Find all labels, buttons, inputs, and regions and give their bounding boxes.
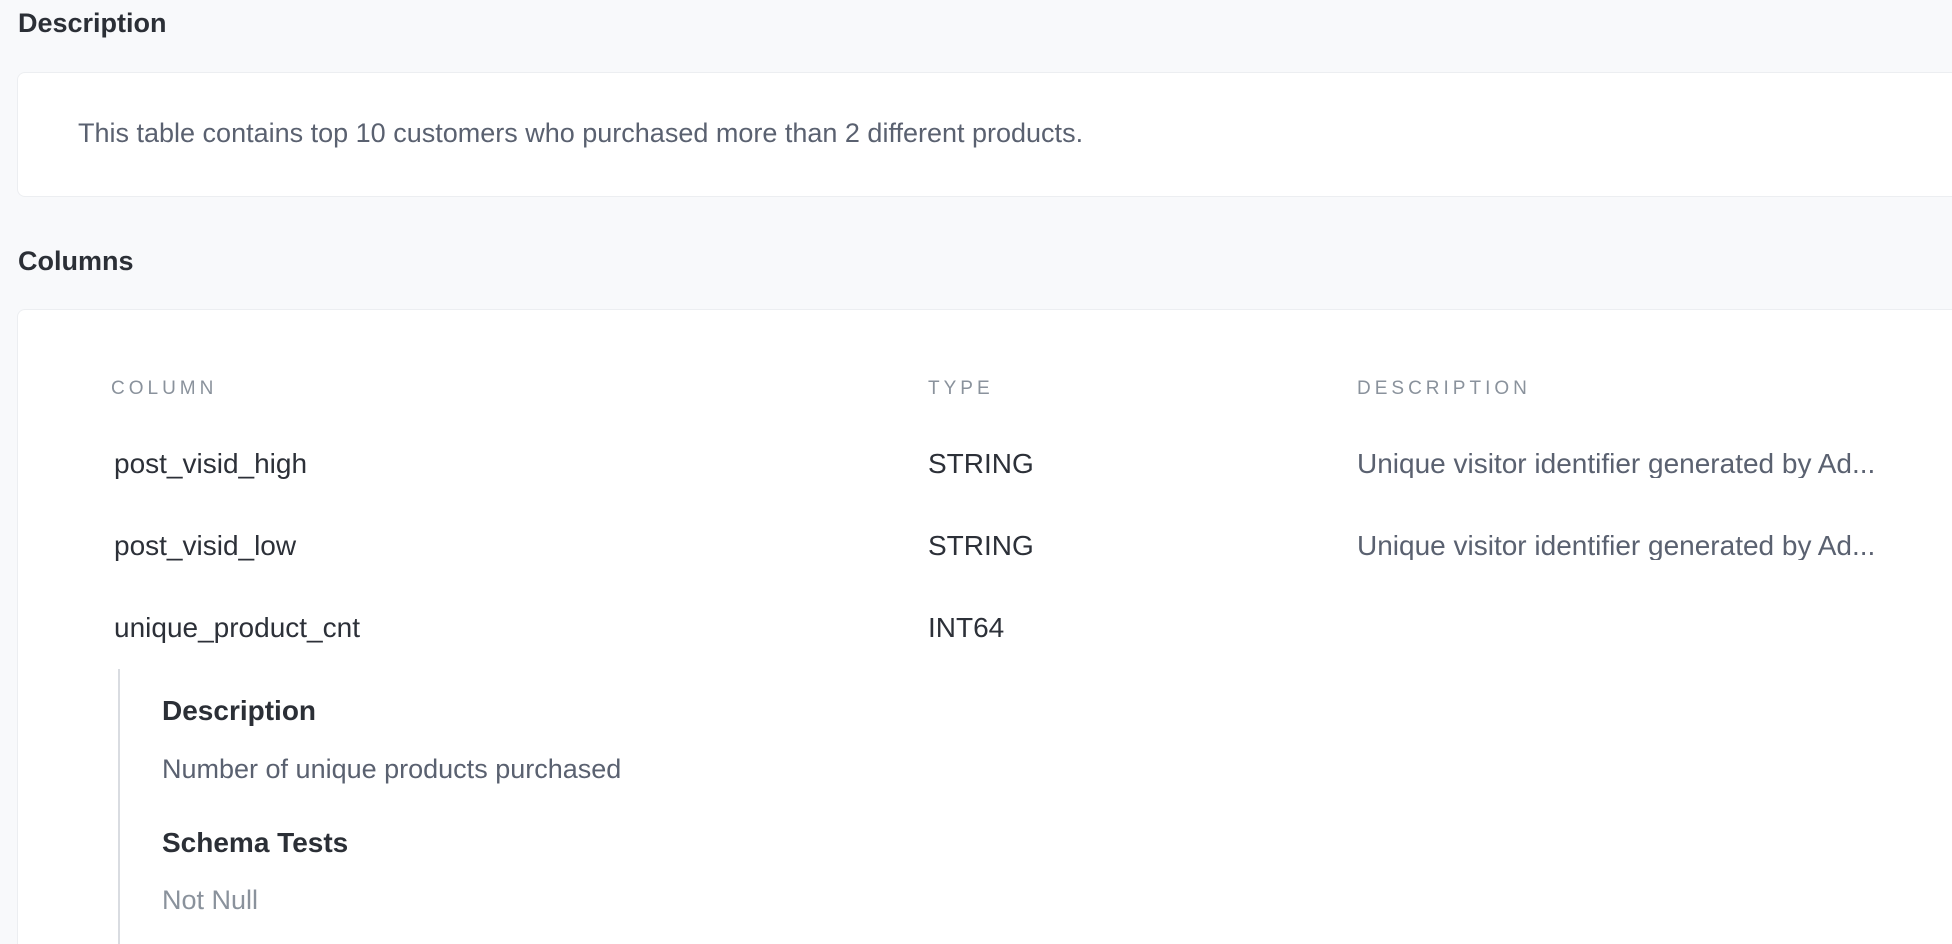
column-detail-description-heading: Description bbox=[162, 695, 317, 726]
schema-test-not-null: Not Null bbox=[162, 885, 259, 915]
column-name: post_visid_low bbox=[114, 530, 297, 561]
columns-table: COLUMN TYPE DESCRIPTION post_visid_high … bbox=[17, 309, 1952, 944]
model-description-text: This table contains top 10 customers who… bbox=[78, 118, 1084, 148]
column-header-column: COLUMN bbox=[111, 378, 218, 399]
column-name: post_visid_high bbox=[114, 448, 308, 479]
column-detail-description-text: Number of unique products purchased bbox=[162, 754, 622, 784]
column-type: STRING bbox=[928, 448, 1034, 479]
column-description: Unique visitor identifier generated by A… bbox=[1357, 532, 1876, 560]
columns-section-heading: Columns bbox=[18, 246, 134, 276]
column-detail-panel: Description Number of unique products pu… bbox=[118, 669, 920, 944]
column-description: Unique visitor identifier generated by A… bbox=[1357, 450, 1876, 478]
column-type: INT64 bbox=[928, 612, 1005, 643]
column-header-description: DESCRIPTION bbox=[1357, 378, 1531, 399]
column-type: STRING bbox=[928, 530, 1034, 561]
model-details-page: Description This table contains top 10 c… bbox=[0, 0, 1952, 944]
column-header-type: TYPE bbox=[928, 378, 994, 399]
description-card: This table contains top 10 customers who… bbox=[17, 72, 1952, 197]
column-name: unique_product_cnt bbox=[114, 612, 360, 643]
schema-tests-heading: Schema Tests bbox=[162, 827, 349, 858]
description-section-heading: Description bbox=[18, 8, 167, 38]
